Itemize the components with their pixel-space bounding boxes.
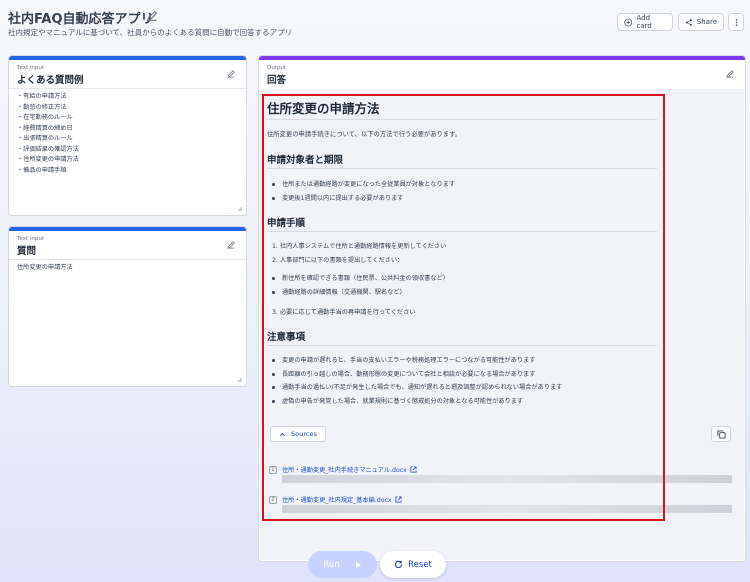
refresh-icon xyxy=(394,560,403,569)
pencil-icon[interactable] xyxy=(226,240,236,250)
faq-item: ・備品の申請手順 xyxy=(17,166,67,174)
pencil-icon[interactable] xyxy=(145,9,159,23)
faq-examples-card: Text input よくある質問例 ・有給の申請方法 ・勤怠の修正方法 ・在宅… xyxy=(8,55,247,216)
app-subtitle: 社内規定やマニュアルに基づいて、社員からのよくある質問に自動で回答するアプリ xyxy=(8,28,293,37)
faq-item: ・住所変更の申請方法 xyxy=(17,156,79,163)
more-menu-button[interactable] xyxy=(728,13,744,31)
faq-item: ・経費精算の締め日 xyxy=(17,124,73,132)
faq-item: ・勤怠の修正方法 xyxy=(17,103,67,111)
add-card-label: Add card xyxy=(636,14,652,30)
add-card-button[interactable]: Add card xyxy=(617,13,673,31)
share-button[interactable]: Share xyxy=(678,13,724,31)
copy-icon xyxy=(716,429,726,439)
card-accent-bar xyxy=(259,56,745,60)
card-caption: Text input xyxy=(17,65,45,71)
question-textarea[interactable]: 住所変更の申請方法 xyxy=(17,263,238,274)
share-icon xyxy=(685,18,692,26)
run-label: Run xyxy=(323,559,340,570)
resize-handle-icon[interactable] xyxy=(237,377,243,383)
share-label: Share xyxy=(696,18,717,26)
more-vertical-icon xyxy=(735,18,737,26)
app-header: 社内FAQ自動応答アプリ 社内規定やマニュアルに基づいて、社員からのよくある質問… xyxy=(0,0,750,50)
pencil-icon[interactable] xyxy=(725,69,735,79)
card-title: 質問 xyxy=(17,246,37,257)
reset-button[interactable]: Reset xyxy=(380,551,446,578)
card-caption: Text input xyxy=(17,236,45,242)
play-icon xyxy=(355,561,361,568)
card-caption: Output xyxy=(267,65,287,71)
resize-handle-icon[interactable] xyxy=(237,206,243,212)
faq-item: ・有給の申請方法 xyxy=(17,93,67,100)
divider xyxy=(9,88,246,89)
plus-circle-icon xyxy=(624,18,633,26)
faq-item: ・評価結果の確認方法 xyxy=(17,145,79,153)
run-button[interactable]: Run xyxy=(308,551,377,578)
card-title: よくある質問例 xyxy=(17,75,84,86)
question-card: Text input 質問 住所変更の申請方法 xyxy=(8,226,247,387)
faq-item: ・在宅勤務のルール xyxy=(17,114,73,121)
faq-item: ・出張精算のルール xyxy=(17,135,73,142)
reset-label: Reset xyxy=(408,559,432,570)
app-title: 社内FAQ自動応答アプリ xyxy=(8,12,154,27)
card-accent-bar xyxy=(9,227,246,231)
highlight-box xyxy=(262,94,665,521)
pencil-icon[interactable] xyxy=(226,69,236,79)
copy-button[interactable] xyxy=(711,426,731,442)
faq-examples-textarea[interactable]: ・有給の申請方法 ・勤怠の修正方法 ・在宅勤務のルール ・経費精算の締め日 ・出… xyxy=(17,92,238,176)
card-accent-bar xyxy=(9,56,246,60)
card-title: 回答 xyxy=(267,75,287,86)
divider xyxy=(9,259,246,260)
